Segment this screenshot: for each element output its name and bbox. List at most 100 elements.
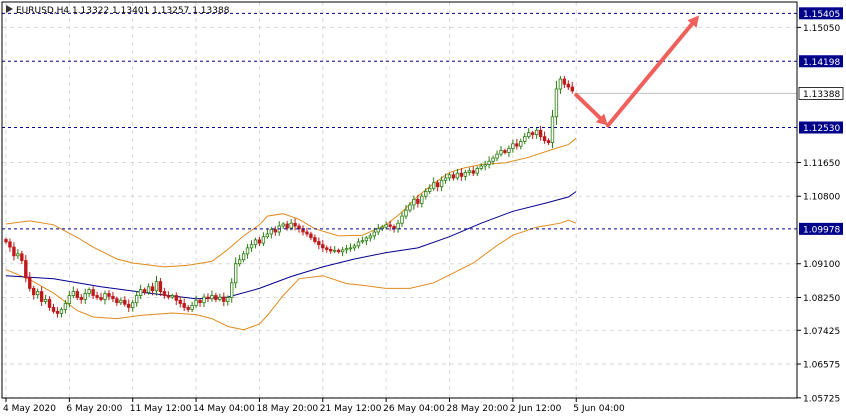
candle-body <box>123 299 127 305</box>
candle-body <box>47 299 52 308</box>
candle-body <box>245 247 250 255</box>
candle-body <box>443 177 448 181</box>
trend-arrows <box>574 15 699 128</box>
price-tick-label: 1.10800 <box>803 193 840 203</box>
candle-body <box>226 297 230 302</box>
candle-body <box>534 129 539 136</box>
candle-body <box>257 239 262 244</box>
candle-body <box>396 222 400 230</box>
candle-body <box>273 229 277 233</box>
collapse-triangle-icon[interactable] <box>6 5 13 13</box>
candle-body <box>455 172 460 179</box>
candle-body <box>261 236 266 244</box>
candle-body <box>28 277 32 289</box>
current-price-label: 1.13388 <box>803 90 840 100</box>
chart-title: EURUSD,H4 1.13322 1.13401 1.13257 1.1338… <box>16 6 230 16</box>
candle-body <box>566 83 571 88</box>
candle-body <box>95 295 99 298</box>
time-axis: 4 May 2020 6 May 20:00 11 May 12:00 14 May … <box>3 398 625 414</box>
candle-body <box>249 244 254 249</box>
candle-body <box>487 160 491 165</box>
candle-body <box>352 245 357 249</box>
candle-body <box>475 168 479 174</box>
candle-body <box>32 287 36 296</box>
candle-body <box>158 281 163 292</box>
candle-body <box>150 286 155 292</box>
candle-body <box>154 281 159 292</box>
candle-body <box>202 296 206 304</box>
eurusd-chart[interactable]: 1.15405 1.14198 1.13388 1.12530 1.09978 1.150… <box>0 0 846 419</box>
candle-body <box>111 295 115 300</box>
time-tick-label: 4 May 2020 <box>3 404 56 414</box>
candle-body <box>206 296 210 300</box>
candle-body <box>99 297 103 300</box>
candle-body <box>253 239 258 246</box>
bollinger-upper-line <box>5 137 577 268</box>
candle-body <box>325 247 329 250</box>
time-tick-label: 28 May 20:00 <box>447 404 509 414</box>
candle-body <box>503 150 507 153</box>
candle-body <box>241 253 246 261</box>
candle-body <box>376 228 380 233</box>
candle-body <box>538 129 543 138</box>
price-axis: 1.15405 1.14198 1.13388 1.12530 1.09978 1.150… <box>797 7 844 404</box>
candle-body <box>309 233 313 238</box>
candle-body <box>404 209 408 217</box>
time-tick-label: 21 May 12:00 <box>320 404 382 414</box>
price-tick-label: 1.05725 <box>803 394 840 404</box>
arrow-shaft <box>574 92 603 120</box>
candle-body <box>87 289 91 294</box>
price-tick-label: 1.15050 <box>803 24 840 34</box>
candle-body <box>523 136 527 142</box>
candle-body <box>186 307 190 310</box>
candle-body <box>214 295 218 300</box>
candle-body <box>83 293 87 300</box>
candle-body <box>131 302 135 308</box>
candle-body <box>166 295 171 298</box>
candle-body <box>281 223 285 227</box>
price-tick-label: 1.07425 <box>803 327 840 337</box>
candle-body <box>348 247 353 250</box>
candle-body <box>388 224 392 227</box>
candle-body <box>562 78 567 85</box>
candle-body <box>20 253 24 261</box>
candle-body <box>170 295 175 298</box>
candle-body <box>340 249 345 253</box>
candle-body <box>519 141 523 147</box>
candle-body <box>75 291 79 298</box>
candle-body <box>570 86 574 92</box>
bollinger-bands <box>5 137 577 331</box>
candle-body <box>162 291 167 296</box>
time-tick-label: 11 May 12:00 <box>130 404 192 414</box>
candle-body <box>67 295 72 304</box>
candle-body <box>71 291 76 296</box>
candle-body <box>372 231 376 237</box>
candle-body <box>79 297 83 300</box>
candle-body <box>55 311 60 314</box>
moving-average-line <box>5 191 577 300</box>
candle-body <box>35 291 40 296</box>
candle-body <box>43 299 48 302</box>
candle-body <box>420 195 424 204</box>
candle-body <box>467 170 472 173</box>
candle-body <box>558 78 563 90</box>
candle-body <box>439 179 444 188</box>
candle-body <box>12 246 16 257</box>
candle-body <box>142 289 147 293</box>
candle-body <box>16 253 20 257</box>
candle-body <box>412 199 416 206</box>
candle-body <box>511 143 515 149</box>
candle-body <box>24 260 28 279</box>
candle-body <box>119 299 123 304</box>
candle-body <box>115 298 119 304</box>
arrow-shaft <box>605 21 694 128</box>
candle-body <box>313 237 317 242</box>
chart-window: 1.15405 1.14198 1.13388 1.12530 1.09978 1.150… <box>0 0 846 419</box>
candle-body <box>344 248 349 251</box>
candle-body <box>174 295 178 301</box>
candle-body <box>51 307 56 312</box>
time-tick-label: 14 May 04:00 <box>193 404 255 414</box>
candle-body <box>336 249 341 253</box>
candle-body <box>463 171 468 177</box>
candle-body <box>138 289 143 296</box>
